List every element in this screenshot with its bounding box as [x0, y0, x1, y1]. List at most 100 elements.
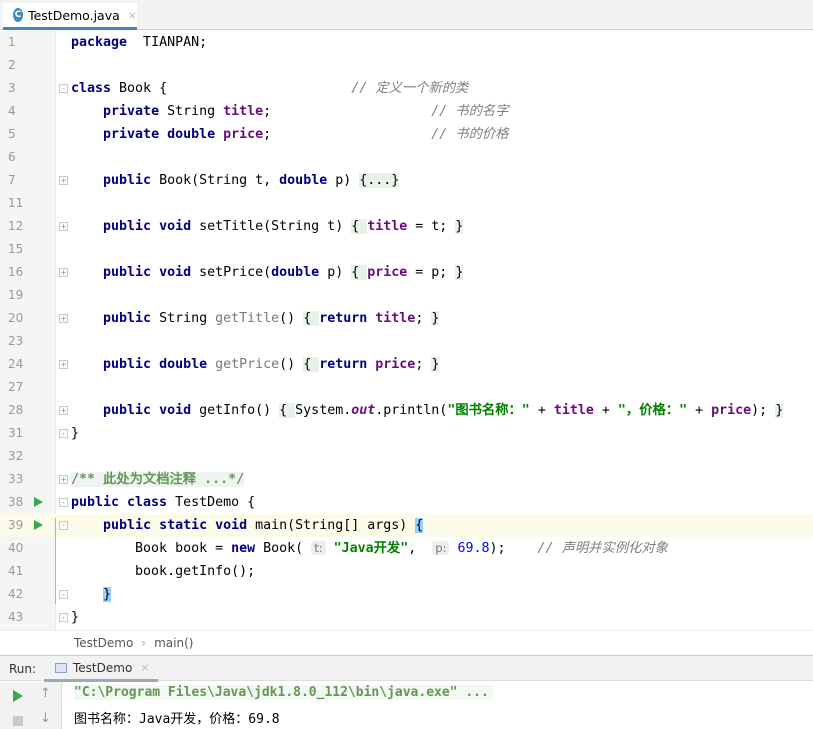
run-tab-testdemo[interactable]: TestDemo × [44, 656, 158, 682]
code-token: public void [103, 403, 192, 418]
code-token: } [455, 265, 464, 280]
code-token: { [303, 357, 320, 372]
expand-fold-icon[interactable]: + [59, 314, 68, 323]
code-line[interactable]: 11 [0, 192, 813, 215]
code-line[interactable]: 6 [0, 146, 813, 169]
code-token: title [367, 219, 408, 234]
collapse-fold-icon[interactable]: - [59, 613, 68, 622]
code-line[interactable]: 1 package TIANPAN; [0, 31, 813, 54]
code-line[interactable]: 28 + public void getInfo() { System.out.p… [0, 399, 813, 422]
code-token: } [775, 403, 784, 418]
code-editor[interactable]: 1 package TIANPAN; 2 3- class Book { // 定义一个… [0, 31, 813, 630]
code-line[interactable]: 5 private double price; // 书的价格 [0, 123, 813, 146]
code-token: title [553, 403, 594, 418]
code-line[interactable]: 24 + public double getPrice() { return pr… [0, 353, 813, 376]
code-token: ; [263, 104, 432, 119]
java-class-icon: C [13, 8, 24, 22]
code-token: { [351, 265, 368, 280]
code-line[interactable]: 41 book.getInfo(); [0, 560, 813, 583]
code-line[interactable]: 3 - class Book { // 定义一个新的类 [0, 77, 813, 100]
code-token: return [319, 357, 368, 372]
expand-fold-icon[interactable]: + [59, 360, 68, 369]
code-line[interactable]: 12 + public void setTitle(String t) { tit… [0, 215, 813, 238]
close-run-tab-icon[interactable]: × [140, 661, 149, 674]
code-token: p) [327, 173, 360, 188]
code-text: package TIANPAN; [71, 31, 207, 54]
code-line[interactable]: 38 - public class TestDemo { [0, 491, 813, 514]
code-token: ; [415, 357, 432, 372]
arrow-up-icon[interactable]: ↑ [40, 686, 51, 701]
line-number: 39 [8, 518, 24, 532]
collapse-fold-icon[interactable]: - [59, 429, 68, 438]
code-line[interactable]: 7 + public Book(String t, double p) {...} [0, 169, 813, 192]
code-token: { [415, 518, 424, 533]
code-line[interactable]: 42 - } [0, 583, 813, 606]
code-token: } [71, 610, 80, 625]
breadcrumb-method[interactable]: main() [154, 636, 193, 650]
code-line[interactable]: 20 + public String getTitle() { return ti… [0, 307, 813, 330]
arrow-down-icon[interactable]: ↓ [40, 711, 51, 726]
code-token: () [279, 311, 304, 326]
code-token: Book { [111, 81, 352, 96]
code-text: /** 此处为文档注释 ...*/ [71, 468, 245, 491]
breadcrumb-class[interactable]: TestDemo [74, 636, 133, 650]
line-number: 41 [8, 564, 24, 578]
code-token: + [687, 403, 712, 418]
code-token: public void [103, 219, 192, 234]
line-number: 40 [8, 541, 24, 555]
code-text: } [71, 606, 79, 629]
collapse-fold-icon[interactable]: - [59, 590, 68, 599]
line-number: 12 [8, 219, 24, 233]
code-token: TIANPAN; [127, 35, 208, 50]
expand-fold-icon[interactable]: + [59, 176, 68, 185]
code-token: "Java开发" [333, 541, 409, 556]
code-text: public void setTitle(String t) { title =… [71, 215, 464, 238]
code-token: + [529, 403, 554, 418]
code-token: main(String[] args) [247, 518, 416, 533]
code-text: public double getPrice() { return price;… [71, 353, 440, 376]
code-token: public static void [103, 518, 248, 533]
code-line[interactable]: 15 [0, 238, 813, 261]
collapse-fold-icon[interactable]: - [59, 521, 68, 530]
run-gutter-icon[interactable] [34, 520, 43, 530]
line-number: 33 [8, 472, 24, 486]
run-gutter-icon[interactable] [34, 497, 43, 507]
collapse-fold-icon[interactable]: - [59, 84, 68, 93]
line-number: 23 [8, 334, 24, 348]
line-number: 3 [8, 81, 16, 95]
code-line[interactable]: 4 private String title; // 书的名字 [0, 100, 813, 123]
code-token: getTitle [215, 311, 280, 326]
collapse-fold-icon[interactable]: - [59, 498, 68, 507]
rerun-icon[interactable] [13, 690, 23, 702]
code-line[interactable]: 32 [0, 445, 813, 468]
expand-fold-icon[interactable]: + [59, 475, 68, 484]
stop-icon[interactable] [13, 716, 23, 726]
tab-testdemo-java[interactable]: C TestDemo.java × [3, 3, 137, 30]
code-text: private String title; // 书的名字 [71, 100, 508, 123]
expand-fold-icon[interactable]: + [59, 268, 68, 277]
code-line[interactable]: 27 [0, 376, 813, 399]
code-line[interactable]: 2 [0, 54, 813, 77]
line-number: 38 [8, 495, 24, 509]
code-token: out [351, 403, 376, 418]
code-line[interactable]: 39 - public static void main(String[] arg… [0, 514, 813, 537]
expand-fold-icon[interactable]: + [59, 222, 68, 231]
code-line[interactable]: 33 +/** 此处为文档注释 ...*/ [0, 468, 813, 491]
line-number: 11 [8, 196, 24, 210]
code-token: public void [103, 265, 192, 280]
run-label: Run: [9, 662, 37, 676]
code-line[interactable]: 19 [0, 284, 813, 307]
expand-fold-icon[interactable]: + [59, 406, 68, 415]
line-number: 6 [8, 150, 16, 164]
code-line[interactable]: 31 -} [0, 422, 813, 445]
close-tab-icon[interactable]: × [128, 9, 137, 22]
code-line[interactable]: 40 Book book = new Book( t: "Java开发", p:… [0, 537, 813, 560]
code-token: return [319, 311, 368, 326]
code-line[interactable]: 16 + public void setPrice(double p) { pri… [0, 261, 813, 284]
code-line[interactable]: 43 -} [0, 606, 813, 629]
code-text: public String getTitle() { return title;… [71, 307, 440, 330]
code-line[interactable]: 23 [0, 330, 813, 353]
